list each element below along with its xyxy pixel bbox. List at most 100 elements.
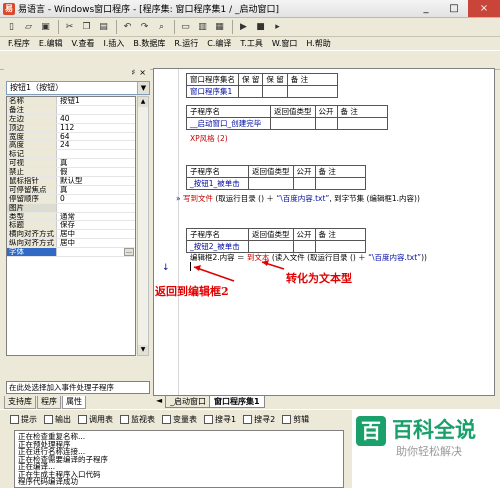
property-name: 标记: [7, 150, 57, 159]
save-icon[interactable]: ▣: [38, 20, 53, 35]
property-row[interactable]: 顶边 112: [7, 123, 135, 133]
property-row[interactable]: 高度 24: [7, 141, 135, 151]
run-icon[interactable]: ▶: [236, 20, 251, 35]
property-row[interactable]: 字体...: [7, 248, 135, 258]
tab-watch-table[interactable]: 监视表: [120, 414, 155, 425]
property-name: 名称: [7, 97, 57, 105]
tab-window-assembly[interactable]: 窗口程序集1: [209, 396, 265, 408]
property-value[interactable]: 真: [57, 186, 135, 194]
property-row[interactable]: 名称 按钮1: [7, 97, 135, 106]
property-row[interactable]: 图片: [7, 203, 135, 213]
tab-support-library[interactable]: 支持库: [4, 396, 36, 409]
maximize-button[interactable]: □: [440, 0, 468, 17]
menu-tools[interactable]: T.工具: [240, 38, 262, 49]
menu-bar: F.程序 E.编辑 V.查看 I.插入 B.数据库 R.运行 C.编译 T.工具…: [0, 37, 500, 50]
property-value[interactable]: 真: [57, 159, 135, 167]
layout1-icon[interactable]: ▭: [178, 20, 193, 35]
property-row[interactable]: 备注: [7, 105, 135, 115]
component-selector[interactable]: 按钮1（按钮） ▼: [6, 81, 150, 95]
toolbar-divider: [232, 20, 233, 34]
annotation-return-editbox: 返回到编辑框2: [155, 285, 229, 298]
menu-run[interactable]: R.运行: [174, 38, 198, 49]
undo-icon[interactable]: ↶: [120, 20, 135, 35]
tab-output[interactable]: 输出: [44, 414, 71, 425]
layout2-icon[interactable]: ▥: [195, 20, 210, 35]
paste-icon[interactable]: ▤: [96, 20, 111, 35]
property-value[interactable]: 假: [57, 168, 135, 176]
toolbar: ▯ ▱ ▣ ✂ ❐ ▤ ↶ ↷ ⌕ ▭ ▥ ▦ ▶ ■ ▸: [0, 18, 500, 37]
property-panel: ♯ × 按钮1（按钮） ▼ 名称 按钮1 备注 左边 40 顶边 112 宽度 64 高度 24 标记…: [4, 68, 150, 396]
tab-hint[interactable]: 提示: [10, 414, 37, 425]
property-row[interactable]: 鼠标指针 默认型: [7, 177, 135, 186]
property-value[interactable]: 40: [57, 115, 135, 123]
property-row[interactable]: 类型 通常: [7, 212, 135, 222]
menu-window[interactable]: W.窗口: [272, 38, 298, 49]
menu-database[interactable]: B.数据库: [133, 38, 165, 49]
property-row[interactable]: 纵向对齐方式 居中: [7, 239, 135, 249]
property-value[interactable]: 64: [57, 133, 135, 141]
property-value[interactable]: ...: [57, 248, 135, 257]
redo-icon[interactable]: ↷: [137, 20, 152, 35]
tab-clipboard[interactable]: 剪辑: [282, 414, 309, 425]
property-value[interactable]: 居中: [57, 230, 135, 238]
tab-call-table[interactable]: 调用表: [78, 414, 113, 425]
toolbar-divider: [174, 20, 175, 34]
scroll-up-icon[interactable]: ▲: [138, 97, 148, 107]
property-value[interactable]: [57, 150, 135, 158]
property-value[interactable]: 112: [57, 124, 135, 132]
tab-variable-table[interactable]: 变量表: [162, 414, 197, 425]
tab-program[interactable]: 程序: [37, 396, 61, 409]
property-row[interactable]: 标题 保存: [7, 221, 135, 231]
panel-close-icon[interactable]: ×: [139, 68, 146, 79]
layout3-icon[interactable]: ▦: [212, 20, 227, 35]
property-value[interactable]: 通常: [57, 213, 135, 221]
copy-icon[interactable]: ❐: [79, 20, 94, 35]
property-value[interactable]: [57, 204, 135, 212]
cut-icon[interactable]: ✂: [62, 20, 77, 35]
property-row[interactable]: 左边 40: [7, 114, 135, 124]
property-name: 横向对齐方式: [7, 230, 57, 239]
tab-scroll-left-icon[interactable]: ◄: [156, 396, 162, 405]
menu-insert[interactable]: I.插入: [103, 38, 124, 49]
pin-icon[interactable]: ♯: [131, 68, 135, 79]
font-picker-button[interactable]: ...: [124, 248, 134, 257]
toolbar-strip: [0, 50, 500, 70]
property-row[interactable]: 可视真: [7, 159, 135, 169]
code-editor[interactable]: 窗口程序集名保 留保 留备 注 窗口程序集1 子程序名 返回值类型 公开备 注 __…: [153, 68, 495, 396]
output-panel[interactable]: 正在检查重复名称... 正在预处理程序 正在进行名称连接... 正在检查需要编译的子程…: [14, 430, 344, 488]
watermark: 百 百科全说 助你轻松解决: [352, 410, 500, 488]
find-icon[interactable]: ⌕: [154, 20, 169, 35]
property-row[interactable]: 可停留焦点真: [7, 185, 135, 195]
property-value[interactable]: 保存: [57, 221, 135, 229]
tab-search2[interactable]: 搜寻2: [243, 414, 275, 425]
property-value[interactable]: 0: [57, 195, 135, 203]
stop-icon[interactable]: ■: [253, 20, 268, 35]
chevron-down-icon[interactable]: ▼: [137, 82, 149, 94]
property-row[interactable]: 横向对齐方式 居中: [7, 230, 135, 240]
property-value[interactable]: 24: [57, 141, 135, 149]
menu-compile[interactable]: C.编译: [207, 38, 231, 49]
tab-startup-window[interactable]: _启动窗口: [165, 396, 211, 408]
property-value[interactable]: 默认型: [57, 177, 135, 185]
property-row[interactable]: 停留顺序 0: [7, 194, 135, 204]
property-value[interactable]: 居中: [57, 239, 135, 247]
property-value[interactable]: 按钮1: [57, 97, 135, 105]
property-value[interactable]: [57, 106, 135, 114]
tab-search1[interactable]: 搜寻1: [204, 414, 236, 425]
menu-view[interactable]: V.查看: [71, 38, 94, 49]
new-icon[interactable]: ▯: [4, 20, 19, 35]
step-icon[interactable]: ▸: [270, 20, 285, 35]
property-row[interactable]: 标记: [7, 150, 135, 160]
close-button[interactable]: ×: [468, 0, 500, 17]
property-name: 类型: [7, 212, 57, 221]
property-row[interactable]: 禁止假: [7, 168, 135, 178]
menu-edit[interactable]: E.编辑: [39, 38, 63, 49]
property-row[interactable]: 宽度 64: [7, 132, 135, 142]
open-icon[interactable]: ▱: [21, 20, 36, 35]
scroll-down-icon[interactable]: ▼: [138, 345, 148, 355]
tab-properties[interactable]: 属性: [62, 396, 86, 409]
menu-help[interactable]: H.帮助: [306, 38, 330, 49]
minimize-button[interactable]: _: [412, 0, 440, 17]
property-scrollbar[interactable]: ▲ ▼: [137, 96, 149, 356]
menu-program[interactable]: F.程序: [8, 38, 30, 49]
